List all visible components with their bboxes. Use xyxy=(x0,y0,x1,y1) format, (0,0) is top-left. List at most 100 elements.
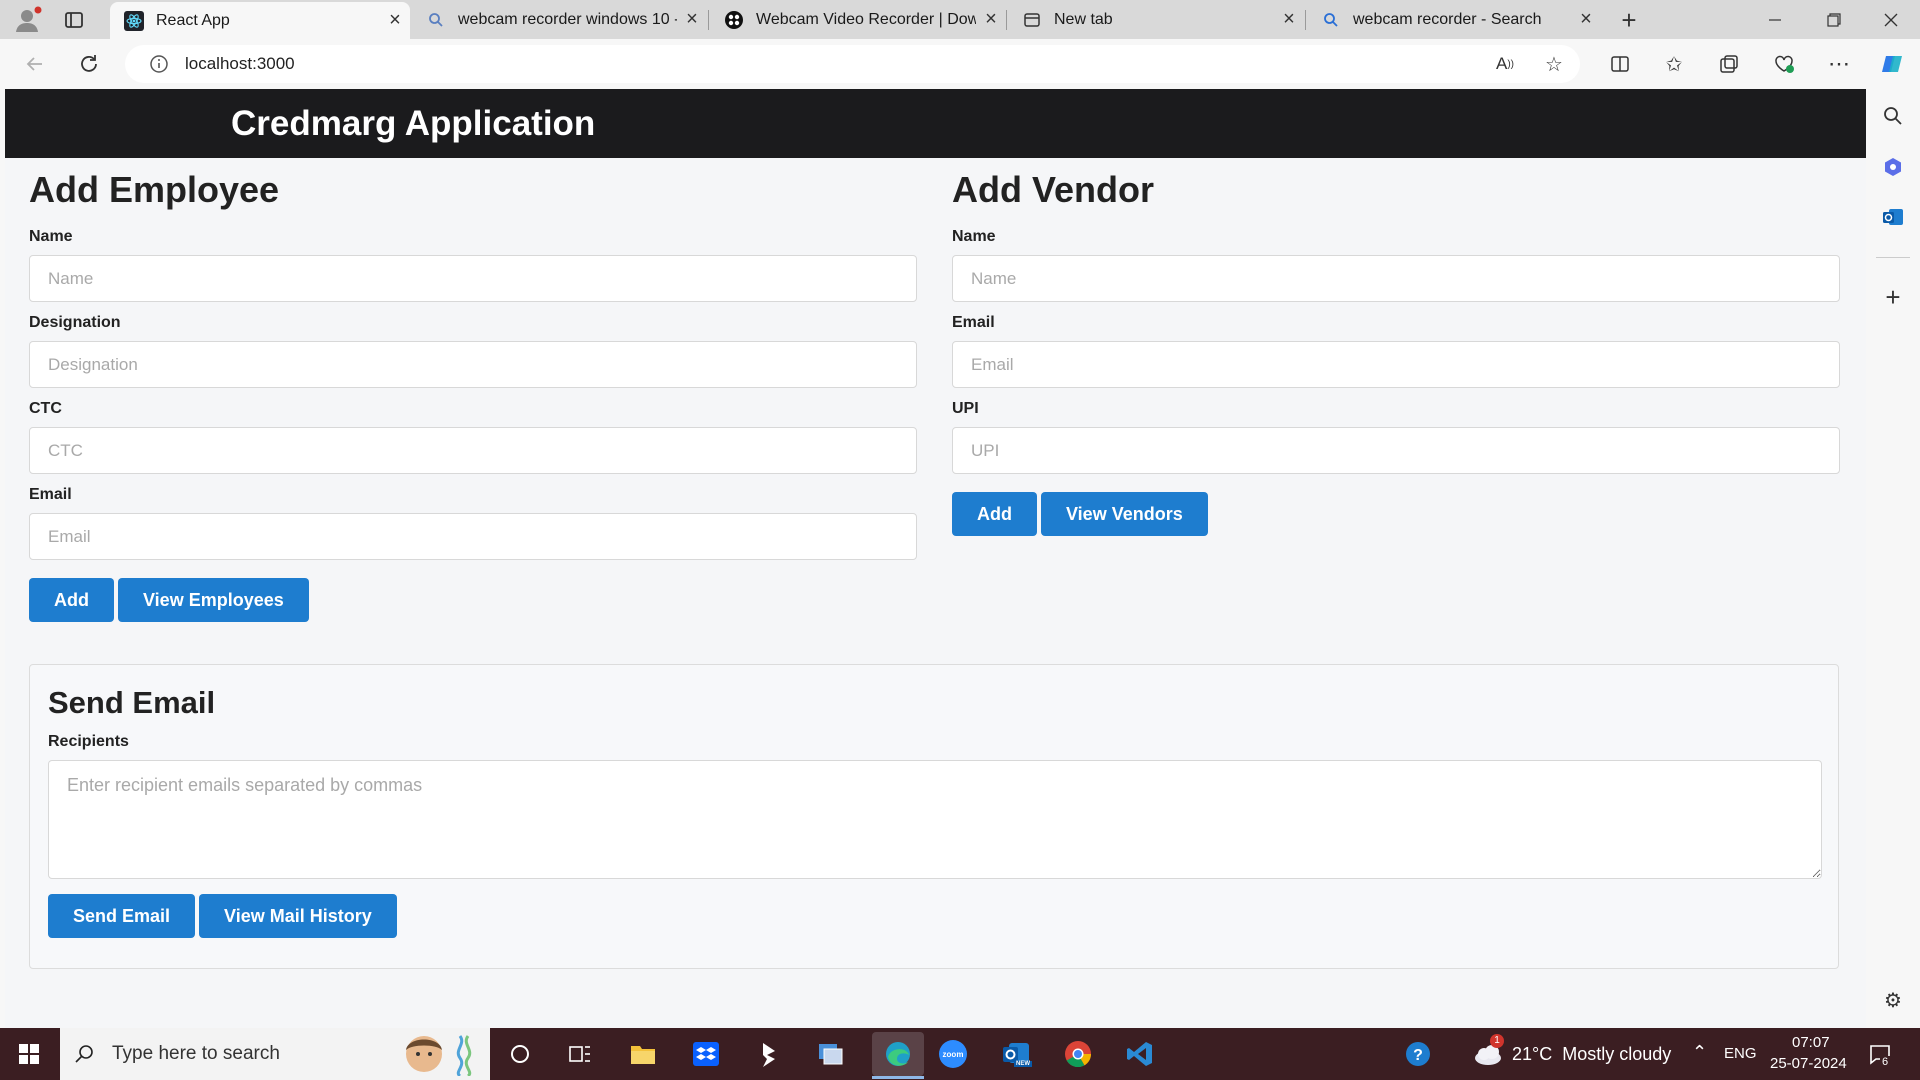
recipients-label: Recipients xyxy=(48,733,129,750)
close-tab-icon[interactable]: × xyxy=(1571,8,1601,31)
employee-ctc-input[interactable] xyxy=(29,427,917,474)
favorite-star-icon[interactable]: ☆ xyxy=(1539,49,1569,79)
taskbar-search-box[interactable]: Type here to search xyxy=(60,1028,490,1080)
close-tab-icon[interactable]: × xyxy=(677,8,707,31)
tab-title: React App xyxy=(156,11,230,29)
task-view-icon[interactable] xyxy=(562,1036,598,1072)
add-employee-button[interactable]: Add xyxy=(29,578,114,622)
close-tab-icon[interactable]: × xyxy=(380,9,410,32)
add-sidebar-app-icon[interactable]: + xyxy=(1878,282,1908,312)
outlook-icon[interactable] xyxy=(1878,202,1908,232)
tab-webcam-video-recorder[interactable]: Webcam Video Recorder | Downl × xyxy=(710,0,1006,39)
employee-designation-label: Designation xyxy=(29,314,121,331)
weather-text[interactable]: 21°C Mostly cloudy xyxy=(1512,1044,1671,1065)
close-tab-icon[interactable]: × xyxy=(1274,8,1304,31)
copilot-icon[interactable] xyxy=(1877,49,1907,79)
site-info-icon[interactable] xyxy=(149,54,169,74)
email-button-row: Send Email View Mail History xyxy=(48,894,1820,938)
dropbox-icon[interactable] xyxy=(688,1036,724,1072)
add-vendor-button[interactable]: Add xyxy=(952,492,1037,536)
collections-icon[interactable] xyxy=(1714,49,1744,79)
employee-designation-input[interactable] xyxy=(29,341,917,388)
profile-icon[interactable] xyxy=(14,6,42,34)
language-indicator[interactable]: ENG xyxy=(1724,1045,1757,1062)
tab-title: Webcam Video Recorder | Downl xyxy=(756,10,976,28)
sublime-app-icon[interactable] xyxy=(751,1036,787,1072)
employee-button-row: Add View Employees xyxy=(29,578,917,622)
vendor-name-input[interactable] xyxy=(952,255,1840,302)
edge-browser-icon[interactable] xyxy=(872,1032,924,1076)
search-favicon-icon xyxy=(426,10,446,30)
close-tab-icon[interactable]: × xyxy=(976,8,1006,31)
tab-actions-icon[interactable] xyxy=(62,8,86,32)
tab-react-app[interactable]: React App × xyxy=(110,2,410,39)
app-title: Credmarg Application xyxy=(231,103,596,143)
restore-window-icon[interactable] xyxy=(1818,8,1848,32)
cortana-icon[interactable] xyxy=(502,1036,538,1072)
send-email-card: Send Email Recipients Send Email View Ma… xyxy=(29,664,1839,969)
employee-email-input[interactable] xyxy=(29,513,917,560)
tab-title: webcam recorder - Search xyxy=(1353,10,1542,28)
outlook-new-icon[interactable]: NEW xyxy=(998,1036,1034,1072)
close-window-icon[interactable] xyxy=(1876,8,1906,32)
clock-date[interactable]: 25-07-2024 xyxy=(1770,1055,1847,1072)
browser-toolbar: localhost:3000 A)) ☆ ✩ ⋯ xyxy=(0,39,1920,89)
employee-name-input[interactable] xyxy=(29,255,917,302)
taskbar-search-placeholder: Type here to search xyxy=(112,1043,280,1064)
favorites-icon[interactable]: ✩ xyxy=(1659,49,1689,79)
windows-start-icon[interactable] xyxy=(0,1028,58,1080)
app-header: Credmarg Application xyxy=(5,89,1866,158)
url-text: localhost:3000 xyxy=(185,54,295,73)
new-tab-plus-icon[interactable]: + xyxy=(1614,6,1644,34)
read-aloud-icon[interactable]: A)) xyxy=(1490,49,1520,79)
react-favicon-icon xyxy=(124,10,144,31)
employee-name-label: Name xyxy=(29,228,73,245)
split-screen-icon[interactable] xyxy=(1605,49,1635,79)
zoom-label: zoom xyxy=(942,1049,964,1059)
copilot-hex-icon[interactable] xyxy=(1878,152,1908,182)
view-mail-history-button[interactable]: View Mail History xyxy=(199,894,397,938)
minimize-window-icon[interactable] xyxy=(1760,8,1790,32)
employee-ctc-label: CTC xyxy=(29,400,62,417)
back-arrow-icon[interactable] xyxy=(20,49,50,79)
chrome-icon[interactable] xyxy=(1060,1036,1096,1072)
clock-time[interactable]: 07:07 xyxy=(1792,1034,1830,1051)
tab-webcam-search[interactable]: webcam recorder - Search × xyxy=(1307,0,1601,39)
search-icon[interactable] xyxy=(1878,101,1908,131)
vscode-icon[interactable] xyxy=(1122,1036,1158,1072)
sidebar-settings-icon[interactable]: ⚙ xyxy=(1878,985,1908,1015)
add-employee-heading: Add Employee xyxy=(29,169,280,210)
send-email-button[interactable]: Send Email xyxy=(48,894,196,938)
view-vendors-button[interactable]: View Vendors xyxy=(1041,492,1208,536)
more-menu-icon[interactable]: ⋯ xyxy=(1824,49,1854,79)
file-explorer-icon[interactable] xyxy=(625,1036,661,1072)
refresh-icon[interactable] xyxy=(74,49,104,79)
zoom-icon[interactable]: zoom xyxy=(935,1036,971,1072)
notification-center-icon[interactable]: 6 xyxy=(1862,1036,1898,1072)
edge-sidebar: + ⚙ xyxy=(1866,89,1920,1028)
vendor-upi-input[interactable] xyxy=(952,427,1840,474)
tab-title: New tab xyxy=(1054,10,1113,28)
vendor-button-row: Add View Vendors xyxy=(952,492,1840,536)
tray-overflow-chevron-icon[interactable]: ⌃ xyxy=(1692,1042,1707,1063)
snipping-tool-icon[interactable] xyxy=(812,1036,848,1072)
browser-tabstrip: React App × webcam recorder windows 10 -… xyxy=(0,0,1920,39)
weather-cloud-icon[interactable]: 1 xyxy=(1470,1034,1506,1072)
browser-essentials-icon[interactable] xyxy=(1769,49,1799,79)
tab-webcam-windows[interactable]: webcam recorder windows 10 - S × xyxy=(412,0,707,39)
new-tab-favicon-icon xyxy=(1022,10,1042,30)
vendor-email-input[interactable] xyxy=(952,341,1840,388)
tab-title: webcam recorder windows 10 - S xyxy=(458,10,677,28)
weather-alert-badge: 1 xyxy=(1490,1034,1504,1048)
address-bar[interactable]: localhost:3000 xyxy=(125,45,1580,83)
tab-separator xyxy=(708,10,709,30)
recipients-textarea[interactable] xyxy=(48,760,1822,879)
search-favicon-icon xyxy=(1321,10,1341,30)
help-icon[interactable]: ? xyxy=(1400,1036,1436,1072)
send-email-heading: Send Email xyxy=(48,685,216,720)
view-employees-button[interactable]: View Employees xyxy=(118,578,309,622)
add-vendor-heading: Add Vendor xyxy=(952,169,1155,210)
tab-separator xyxy=(1305,10,1306,30)
tab-new-tab[interactable]: New tab × xyxy=(1008,0,1304,39)
active-app-indicator xyxy=(872,1076,924,1079)
